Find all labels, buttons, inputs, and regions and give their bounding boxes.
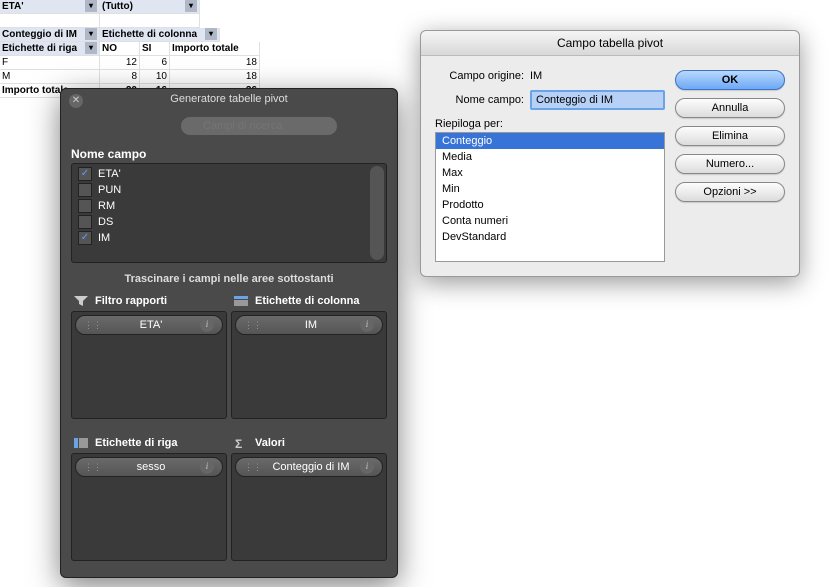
row-label-cell[interactable]: Etichette di riga▾ [0,42,100,56]
name-label: Nome campo: [435,94,530,106]
checkbox[interactable] [78,199,92,213]
summarize-option[interactable]: DevStandard [436,229,664,245]
summarize-list[interactable]: Conteggio Media Max Min Prodotto Conta n… [435,132,665,262]
field-list[interactable]: ✓ETA' PUN RM DS ✓IM [71,163,387,263]
col-label-cell[interactable]: Etichette di colonna▾ [100,28,220,42]
dialog-title: Campo tabella pivot [421,31,799,56]
close-icon[interactable]: ✕ [69,94,83,108]
filter-value-cell[interactable]: (Tutto)▾ [100,0,200,14]
data-cell[interactable]: 12 [100,56,140,70]
values-area: ΣValori ⋮⋮Conteggio di IMi [231,433,387,571]
summarize-option[interactable]: Conteggio [436,133,664,149]
field-item[interactable]: ✓IM [74,230,384,246]
rows-icon [73,437,89,449]
filter-area: Filtro rapporti ⋮⋮ETA'i [71,291,227,429]
dropdown-icon[interactable]: ▾ [205,28,217,40]
checkbox[interactable]: ✓ [78,167,92,181]
field-pill[interactable]: ⋮⋮Conteggio di IMi [235,457,383,477]
dropdown-icon[interactable]: ▾ [85,28,97,40]
ok-button[interactable]: OK [675,70,785,90]
summarize-option[interactable]: Media [436,149,664,165]
checkbox[interactable]: ✓ [78,231,92,245]
values-drop-zone[interactable]: ⋮⋮Conteggio di IMi [231,453,387,561]
fields-heading: Nome campo [61,143,397,163]
rows-drop-zone[interactable]: ⋮⋮sessoi [71,453,227,561]
columns-area: Etichette di colonna ⋮⋮IMi [231,291,387,429]
pivot-generator-panel: ✕ Generatore tabelle pivot Nome campo ✓E… [60,88,398,578]
data-cell[interactable]: 18 [170,70,260,84]
svg-text:Σ: Σ [235,437,242,449]
number-button[interactable]: Numero... [675,154,785,174]
field-pill[interactable]: ⋮⋮sessoi [75,457,223,477]
summarize-option[interactable]: Conta numeri [436,213,664,229]
info-icon[interactable]: i [360,460,374,474]
delete-button[interactable]: Elimina [675,126,785,146]
filter-drop-zone[interactable]: ⋮⋮ETA'i [71,311,227,419]
dropdown-icon[interactable]: ▾ [85,42,97,54]
source-value: IM [530,70,542,82]
summarize-option[interactable]: Min [436,181,664,197]
filter-icon [73,295,89,307]
drag-handle-icon[interactable]: ⋮⋮ [84,462,102,473]
panel-title: ✕ Generatore tabelle pivot [61,89,397,111]
field-item[interactable]: DS [74,214,384,230]
name-input[interactable] [530,90,665,110]
info-icon[interactable]: i [360,318,374,332]
summarize-option[interactable]: Prodotto [436,197,664,213]
data-cell[interactable]: 10 [140,70,170,84]
data-cell[interactable]: 8 [100,70,140,84]
dropdown-icon[interactable]: ▾ [85,0,97,12]
data-cell[interactable]: 6 [140,56,170,70]
search-container [181,117,337,135]
rows-area: Etichette di riga ⋮⋮sessoi [71,433,227,571]
options-button[interactable]: Opzioni >> [675,182,785,202]
summarize-label: Riepiloga per: [435,118,509,130]
search-input[interactable] [181,117,337,135]
field-item[interactable]: ✓ETA' [74,166,384,182]
measure-cell[interactable]: Conteggio di IM▾ [0,28,100,42]
drag-handle-icon[interactable]: ⋮⋮ [84,320,102,331]
drag-handle-icon[interactable]: ⋮⋮ [244,462,262,473]
sigma-icon: Σ [233,437,249,449]
info-icon[interactable]: i [200,318,214,332]
col-header[interactable]: SI [140,42,170,56]
drag-handle-icon[interactable]: ⋮⋮ [244,320,262,331]
checkbox[interactable] [78,183,92,197]
scrollbar[interactable] [370,166,384,260]
filter-field-cell[interactable]: ETA'▾ [0,0,100,14]
info-icon[interactable]: i [200,460,214,474]
field-pill[interactable]: ⋮⋮ETA'i [75,315,223,335]
source-label: Campo origine: [435,70,530,82]
dropdown-icon[interactable]: ▾ [185,0,197,12]
row-label[interactable]: F [0,56,100,70]
field-item[interactable]: RM [74,198,384,214]
pivot-field-dialog: Campo tabella pivot Campo origine: IM No… [420,30,800,277]
field-item[interactable]: PUN [74,182,384,198]
drag-hint: Trascinare i campi nelle aree sottostant… [61,263,397,291]
cancel-button[interactable]: Annulla [675,98,785,118]
data-cell[interactable]: 18 [170,56,260,70]
columns-drop-zone[interactable]: ⋮⋮IMi [231,311,387,419]
summarize-option[interactable]: Max [436,165,664,181]
col-header[interactable]: NO [100,42,140,56]
checkbox[interactable] [78,215,92,229]
col-header[interactable]: Importo totale [170,42,260,56]
row-label[interactable]: M [0,70,100,84]
columns-icon [233,295,249,307]
field-pill[interactable]: ⋮⋮IMi [235,315,383,335]
